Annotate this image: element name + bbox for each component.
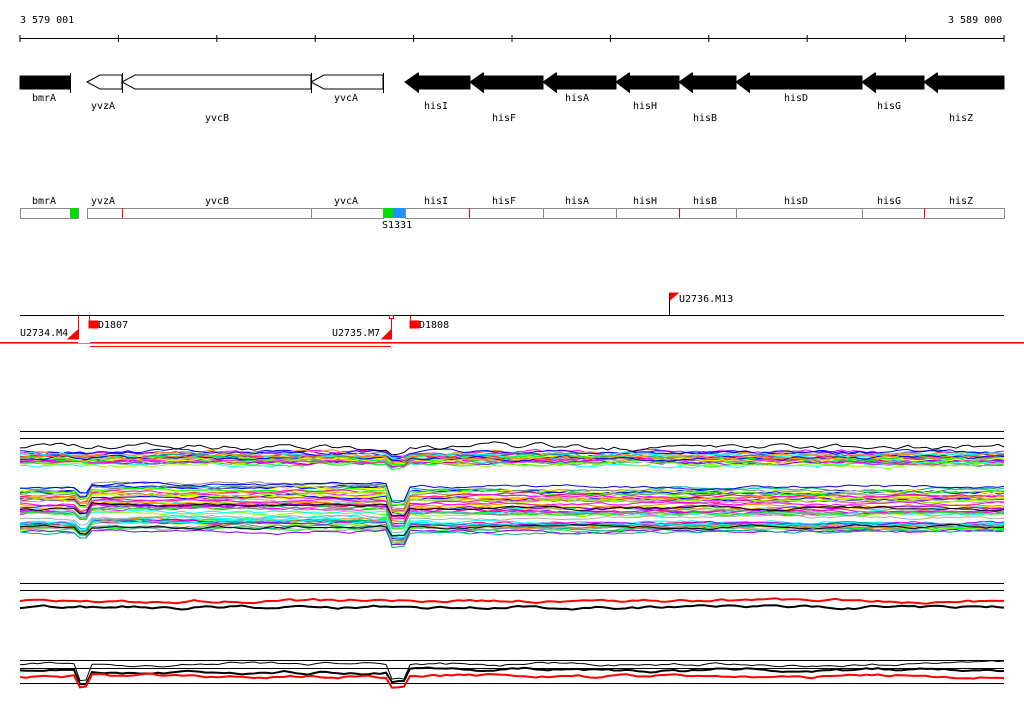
segment-box[interactable] <box>616 208 680 219</box>
segment-label: hisF <box>492 196 516 207</box>
segment-box[interactable] <box>405 208 470 219</box>
expression-trace <box>19 597 1004 605</box>
segment-label: hisI <box>424 196 448 207</box>
segment-box[interactable] <box>122 208 312 219</box>
feature-label[interactable]: U2736.M13 <box>679 294 733 305</box>
segment-box[interactable] <box>311 208 384 219</box>
segment-box[interactable] <box>736 208 863 219</box>
gene-hisG[interactable] <box>861 72 925 94</box>
gene-label: bmrA <box>32 93 56 104</box>
segment-box[interactable] <box>862 208 925 219</box>
segment-label: yvzA <box>91 196 115 207</box>
segment-label: hisG <box>877 196 901 207</box>
gene-bmrA[interactable] <box>19 75 71 90</box>
gene-label: hisH <box>633 101 657 112</box>
segment-label: bmrA <box>32 196 56 207</box>
segment-label: yvcB <box>205 196 229 207</box>
gene-hisD[interactable] <box>735 72 863 94</box>
feature-label[interactable]: U2735.M7 <box>332 328 380 339</box>
segment-box[interactable] <box>87 208 123 219</box>
gene-hisH[interactable] <box>615 72 680 94</box>
segment-box[interactable] <box>469 208 544 219</box>
segment-label: hisH <box>633 196 657 207</box>
gene-hisI[interactable] <box>404 72 471 94</box>
coordinate-ruler: 3 579 001 3 589 000 <box>19 15 1005 42</box>
segment-label: hisB <box>693 196 717 207</box>
segment-box[interactable] <box>679 208 737 219</box>
blue-segment[interactable] <box>393 208 405 218</box>
ruler-end-label: 3 589 000 <box>948 15 1002 26</box>
feature-label[interactable]: D1808 <box>419 320 449 331</box>
feature-track[interactable]: U2734.M4 D1807 U2735.M7 D1808 U2736.M13 <box>0 292 1024 347</box>
gene-label: hisB <box>693 113 717 124</box>
gene-label: yvcA <box>334 93 358 104</box>
segment-box[interactable] <box>924 208 1005 219</box>
segment-box[interactable] <box>543 208 617 219</box>
green-segment[interactable] <box>70 208 78 218</box>
gene-label: hisF <box>492 113 516 124</box>
gene-label: hisA <box>565 93 589 104</box>
segment-track[interactable]: bmrA yvzA yvcB yvcA hisI hisF hisA hisH … <box>20 196 1005 231</box>
gene-hisF[interactable] <box>469 72 544 94</box>
green-segment[interactable] <box>383 208 393 218</box>
expression-trace <box>19 672 1005 689</box>
segment-box[interactable] <box>20 208 79 219</box>
feature-label[interactable]: U2734.M4 <box>20 328 68 339</box>
segment-label: hisA <box>565 196 589 207</box>
gene-label: yvcB <box>205 113 229 124</box>
gene-hisA[interactable] <box>542 72 617 94</box>
segment-label: hisZ <box>949 196 973 207</box>
segment-marker-label: S1331 <box>382 220 412 231</box>
gene-label: hisD <box>784 93 808 104</box>
genome-browser-view: 3 579 001 3 589 000 bmrA yvzA yvcB yvcA … <box>0 15 1024 689</box>
gene-hisB[interactable] <box>678 72 737 94</box>
gene-label: yvzA <box>91 101 115 112</box>
gene-track[interactable]: bmrA yvzA yvcB yvcA hisI hisF hisA hisH … <box>19 72 1005 124</box>
feature-label[interactable]: D1807 <box>98 320 128 331</box>
expression-trace <box>19 604 1005 611</box>
ruler-start-label: 3 579 001 <box>20 15 74 26</box>
gene-label: hisG <box>877 101 901 112</box>
gene-label: hisZ <box>949 113 973 124</box>
gene-yvcB[interactable] <box>120 74 312 90</box>
gene-hisZ[interactable] <box>923 72 1005 94</box>
expression-panels <box>19 431 1005 689</box>
segment-label: hisD <box>784 196 808 207</box>
gene-label: hisI <box>424 101 448 112</box>
segment-label: yvcA <box>334 196 358 207</box>
gene-yvzA[interactable] <box>85 74 123 90</box>
gene-yvcA[interactable] <box>309 74 384 90</box>
